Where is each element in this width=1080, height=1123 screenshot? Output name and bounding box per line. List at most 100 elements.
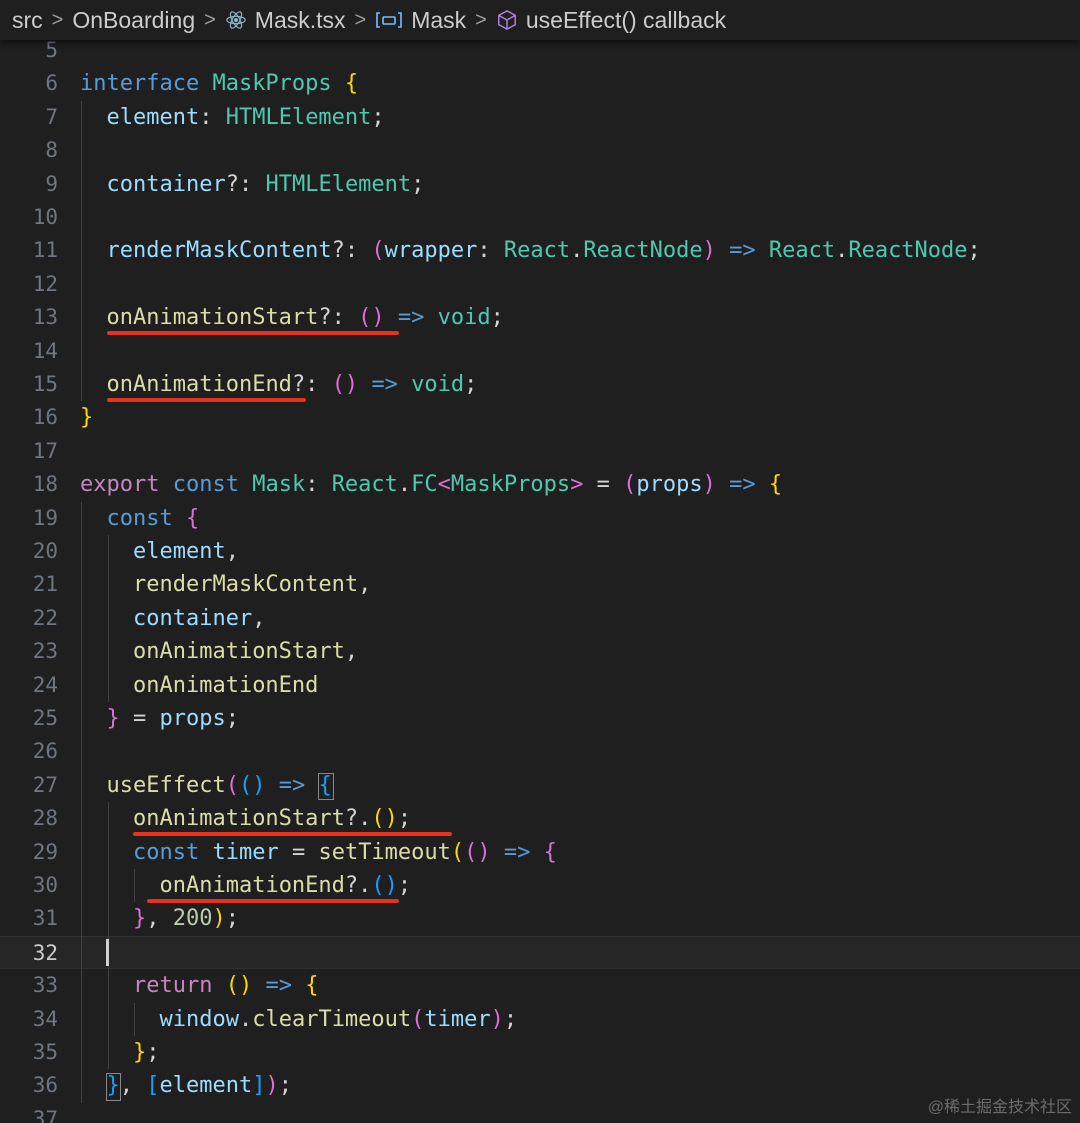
breadcrumb-item-src[interactable]: src: [12, 7, 43, 34]
code-token: ): [212, 906, 226, 932]
breadcrumb-item-file[interactable]: Mask.tsx: [225, 7, 346, 34]
code-token: ?.: [344, 806, 372, 832]
code-line[interactable]: 15 onAnimationEnd?: () => void;: [0, 368, 1080, 401]
code-token: ?.: [344, 873, 372, 898]
annotation-underline: [106, 331, 400, 336]
code-line[interactable]: 12: [0, 268, 1080, 301]
code-token: onAnimationStart: [132, 806, 345, 832]
code-token: 200: [172, 906, 213, 932]
code-line[interactable]: 34 window.clearTimeout(timer);: [0, 1003, 1080, 1036]
code-token: ?:: [225, 171, 266, 197]
code-text: } = props;: [80, 702, 239, 735]
code-token: const: [172, 472, 253, 498]
code-text: element,: [80, 535, 239, 568]
code-line[interactable]: 20 element,: [0, 535, 1080, 568]
code-token: (): [238, 772, 266, 798]
code-token: =>: [729, 472, 756, 498]
code-token: =>: [371, 372, 398, 397]
code-token: >: [570, 472, 584, 498]
code-text: onAnimationEnd?: () => void;: [80, 368, 478, 401]
code-line[interactable]: 22 container,: [0, 602, 1080, 635]
code-line[interactable]: 14: [0, 335, 1080, 368]
code-token: .: [238, 1006, 253, 1032]
code-line[interactable]: 11 renderMaskContent?: (wrapper: React.R…: [0, 234, 1080, 267]
code-line[interactable]: 29 const timer = setTimeout(() => {: [0, 836, 1080, 869]
code-token: onAnimationEnd: [132, 672, 319, 698]
code-line[interactable]: 23 onAnimationStart,: [0, 635, 1080, 668]
breadcrumb-item-onboarding[interactable]: OnBoarding: [72, 7, 195, 34]
code-token: :: [477, 238, 504, 264]
code-line[interactable]: 10: [0, 201, 1080, 234]
code-line[interactable]: 19 const {: [0, 502, 1080, 535]
line-number: 23: [32, 639, 58, 664]
breadcrumb-item-callback[interactable]: useEffect() callback: [496, 7, 726, 34]
line-number: 12: [32, 271, 58, 296]
code-token: =: [119, 706, 160, 731]
code-token: =: [278, 839, 319, 865]
code-token: ;: [967, 238, 981, 264]
code-token: onAnimationEnd: [159, 873, 345, 898]
code-token: }: [106, 706, 120, 731]
code-line[interactable]: 25 } = props;: [0, 702, 1080, 735]
code-line[interactable]: 37: [0, 1103, 1080, 1123]
code-line[interactable]: 7 element: HTMLElement;: [0, 101, 1080, 134]
code-line[interactable]: 33 return () => {: [0, 969, 1080, 1002]
indent-guide: [81, 100, 82, 402]
chevron-right-icon: >: [204, 8, 216, 31]
code-line[interactable]: 16}: [0, 401, 1080, 434]
variable-icon: [375, 10, 403, 30]
code-line[interactable]: 8: [0, 134, 1080, 167]
code-line[interactable]: 32: [0, 935, 1080, 970]
breadcrumb-item-mask[interactable]: Mask: [375, 7, 466, 34]
code-line[interactable]: 9 container?: HTMLElement;: [0, 168, 1080, 201]
line-number: 26: [32, 739, 58, 764]
code-token: }: [132, 1040, 147, 1065]
code-line[interactable]: 26: [0, 735, 1080, 768]
code-editor[interactable]: 5 6 interface MaskProps {7 element: HTMLEl…: [0, 34, 1080, 1123]
text-cursor: [106, 938, 109, 967]
code-line[interactable]: 36 }, [element]);: [0, 1069, 1080, 1102]
line-number: 29: [32, 839, 58, 864]
code-token: [: [146, 1073, 160, 1099]
code-line[interactable]: 17: [0, 435, 1080, 468]
code-line[interactable]: 27 useEffect(() => {: [0, 769, 1080, 802]
code-token: ,: [119, 1073, 147, 1099]
code-line[interactable]: 13 onAnimationStart?: () => void;: [0, 301, 1080, 334]
code-token: (: [411, 1006, 425, 1032]
code-line[interactable]: 28 onAnimationStart?.();: [0, 802, 1080, 835]
code-text: renderMaskContent,: [80, 568, 371, 601]
code-token: void: [411, 372, 465, 397]
code-token: {: [543, 839, 557, 865]
code-token: =>: [729, 238, 756, 264]
code-line[interactable]: 31 }, 200);: [0, 902, 1080, 935]
line-number: 19: [32, 505, 58, 530]
code-line[interactable]: 6 interface MaskProps {: [0, 67, 1080, 100]
code-token: {: [305, 973, 319, 999]
code-token: container: [106, 171, 226, 197]
code-token: MaskProps: [450, 472, 571, 498]
code-line[interactable]: 18 export const Mask: React.FC<MaskProps>…: [0, 468, 1080, 501]
code-line[interactable]: 24 onAnimationEnd: [0, 669, 1080, 702]
code-line[interactable]: 35 };: [0, 1036, 1080, 1069]
line-number: 33: [32, 973, 58, 998]
line-number: 10: [32, 205, 58, 229]
code-token: ,: [252, 605, 266, 631]
code-token: (): [358, 305, 385, 331]
code-token: ;: [503, 1006, 518, 1032]
code-token: props: [159, 706, 226, 731]
code-line[interactable]: 30 onAnimationEnd?.();: [0, 869, 1080, 902]
breadcrumb: src > OnBoarding > Mask.tsx > Mask > use…: [0, 0, 1080, 40]
code-line[interactable]: 21 renderMaskContent,: [0, 568, 1080, 601]
code-token: onAnimationStart: [132, 639, 345, 665]
code-token: return: [132, 973, 226, 999]
code-token: MaskProps: [212, 71, 345, 97]
